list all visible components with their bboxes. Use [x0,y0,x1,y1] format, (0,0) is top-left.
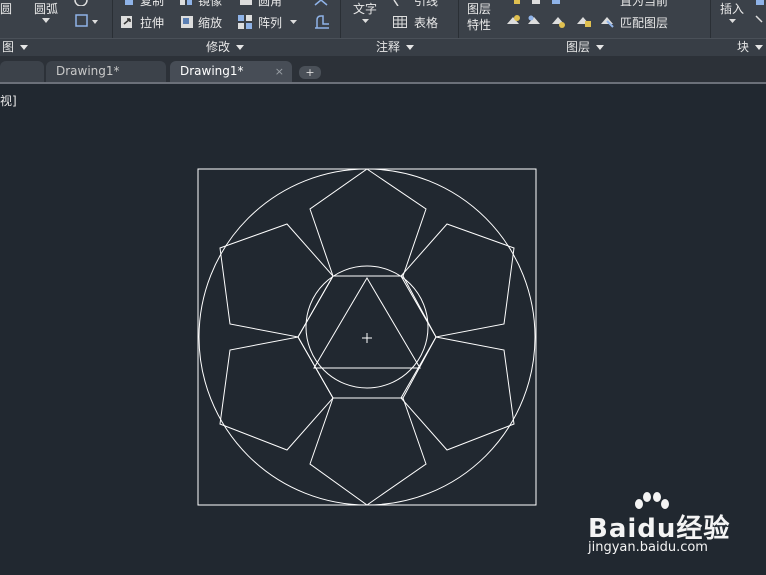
pentagon-top [309,168,427,277]
array-icon[interactable] [238,15,252,29]
draw-panel-title[interactable]: 图 [0,39,30,55]
copy-button[interactable]: 复制 [140,0,164,8]
arc-button[interactable]: 圆弧 [34,2,58,16]
watermark-url: jingyan.baidu.com [588,540,708,555]
fillet-icon[interactable] [240,0,252,12]
array-button[interactable]: 阵列 [258,16,282,30]
pentagon-lower-left [219,336,334,451]
layers-panel-title-text: 图层 [565,40,590,54]
close-tab-icon[interactable]: × [275,61,284,82]
layers-panel-expand-icon[interactable] [596,45,604,50]
pentagon-bottom [309,397,427,506]
mirror-icon[interactable] [180,0,192,12]
pentagon-upper-left [219,223,334,338]
layer-tools-row1-icons[interactable] [512,0,572,6]
erase-icon[interactable] [313,0,329,12]
stretch-button[interactable]: 拉伸 [140,16,164,30]
draw-panel-expand-icon[interactable] [20,45,28,50]
leader-icon[interactable] [393,0,399,6]
layer-properties-label-line2[interactable]: 特性 [467,18,491,32]
leader-button[interactable]: 引线 [414,0,438,8]
annotation-panel-title[interactable]: 注释 [365,39,425,55]
layer-properties-label-line1[interactable]: 图层 [467,2,491,16]
file-tab-drawing1-a[interactable]: Drawing1* [46,61,166,82]
block-tools-icon[interactable] [754,0,766,30]
match-layer-button[interactable]: 匹配图层 [620,16,668,30]
file-tab-label: Drawing1* [56,64,120,78]
file-tab-start[interactable] [0,61,44,82]
scale-button[interactable]: 缩放 [198,16,222,30]
text-dropdown-icon[interactable] [362,19,370,25]
annotation-panel-title-text: 注释 [375,40,400,54]
match-layer-icon[interactable] [600,14,614,28]
modify-panel-expand-icon[interactable] [236,45,244,50]
block-panel-expand-icon[interactable] [755,45,763,50]
file-tab-drawing1-b[interactable]: Drawing1* × [170,61,292,82]
mirror-button[interactable]: 镜像 [198,0,222,8]
scale-icon[interactable] [180,15,194,29]
inscribed-circle [305,265,429,389]
new-tab-button[interactable]: + [299,66,321,79]
layer-isolate-icon[interactable] [527,14,541,28]
draw-panel-title-text: 图 [1,40,14,54]
insert-block-button[interactable]: 插入 [720,2,744,16]
circle-tool-icon[interactable] [74,0,88,6]
layers-panel-title[interactable]: 图层 [555,39,615,55]
layer-off-icon[interactable] [506,14,520,28]
insert-dropdown-icon[interactable] [729,19,737,25]
layer-lock-icon[interactable] [576,14,592,28]
block-panel-title[interactable]: 块 [735,39,765,55]
fillet-button[interactable]: 圆角 [258,0,282,8]
rectangle-tool-icon[interactable] [74,13,100,29]
file-tab-label: Drawing1* [180,64,244,78]
inner-triangle [313,277,421,369]
annotation-panel-expand-icon[interactable] [406,45,414,50]
stretch-icon[interactable] [120,15,134,29]
copy-icon[interactable] [124,0,136,12]
layer-freeze-icon[interactable] [551,14,565,28]
pentagon-upper-right [400,223,515,338]
arc-dropdown-icon[interactable] [42,18,50,24]
modify-panel-title[interactable]: 修改 [190,39,260,55]
text-button[interactable]: 文字 [353,2,377,16]
pentagon-lower-right [400,336,515,451]
array-dropdown-icon[interactable] [290,20,298,26]
block-panel-title-text: 块 [736,40,749,54]
table-button[interactable]: 表格 [414,16,438,30]
offset-icon[interactable] [313,14,331,30]
set-current-layer-button[interactable]: 置为当前 [620,0,668,8]
modify-panel-title-text: 修改 [205,40,230,54]
circle-button[interactable]: 圆 [0,2,12,16]
table-icon[interactable] [393,16,407,28]
